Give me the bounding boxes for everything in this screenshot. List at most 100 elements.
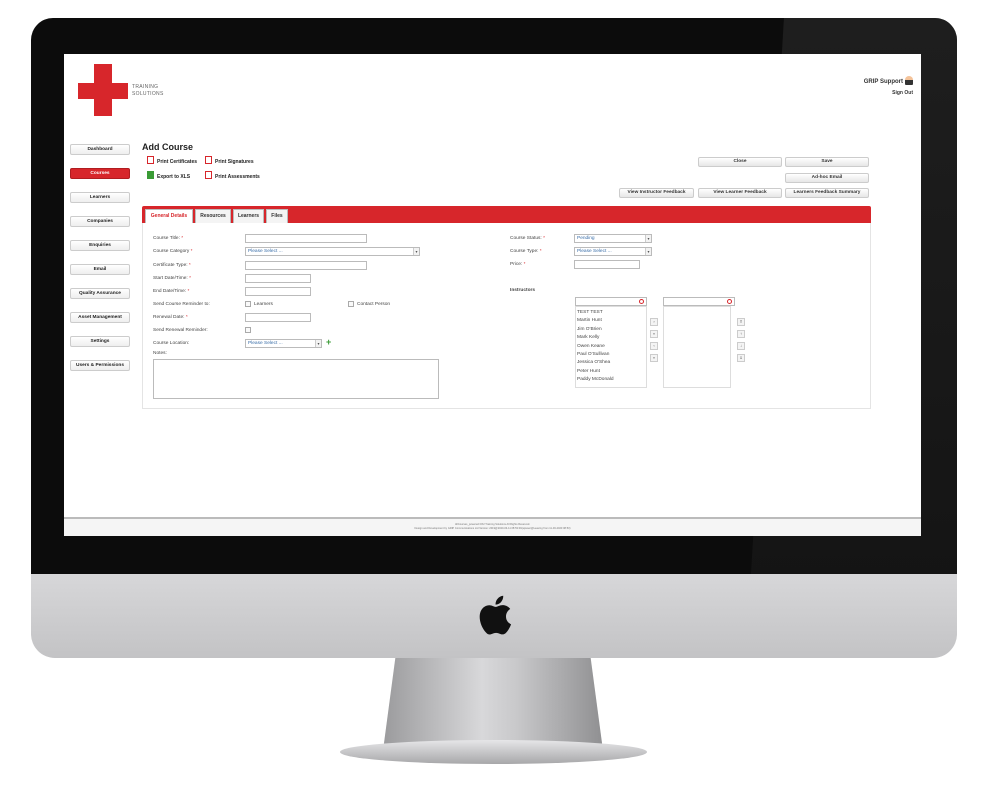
sidebar-item-dashboard[interactable]: Dashboard: [70, 144, 130, 155]
tab-files[interactable]: Files: [266, 209, 288, 223]
sidebar-nav: Dashboard Courses Learners Companies Enq…: [70, 144, 130, 384]
list-item[interactable]: Mark Kelly: [577, 334, 614, 342]
sidebar-item-settings[interactable]: Settings: [70, 336, 130, 347]
sidebar-item-enquiries[interactable]: Enquiries: [70, 240, 130, 251]
adhoc-email-button[interactable]: Ad-hoc Email: [785, 173, 869, 183]
renewal-date-input[interactable]: [245, 313, 311, 322]
tab-learners[interactable]: Learners: [233, 209, 264, 223]
chevron-down-icon: ▾: [645, 235, 651, 242]
print-signatures-link[interactable]: Print Signatures: [205, 156, 254, 165]
pdf-icon: [147, 156, 154, 164]
tab-general-details[interactable]: General Details: [145, 209, 193, 223]
sidebar-item-email[interactable]: Email: [70, 264, 130, 275]
monitor-foot: [340, 740, 647, 764]
chevron-down-icon: ▾: [315, 340, 321, 347]
sidebar-item-asset-management[interactable]: Asset Management: [70, 312, 130, 323]
instructor-search-input[interactable]: [575, 297, 647, 306]
apple-logo-icon: [479, 595, 512, 635]
send-renewal-label: Send Renewal Reminder:: [153, 328, 208, 333]
course-type-label: Course Type: *: [510, 249, 542, 254]
move-all-left-icon[interactable]: «: [650, 354, 658, 362]
footer-credits: Design and Development by GRIP Communica…: [414, 527, 571, 530]
course-title-label: Course Title: *: [153, 236, 184, 241]
user-name[interactable]: GRIP Support: [864, 79, 903, 85]
tab-bar: General Details Resources Learners Files: [142, 206, 871, 223]
pdf-icon: [205, 171, 212, 179]
move-bottom-icon[interactable]: ⇓: [737, 354, 745, 362]
app-screen: TRAINING SOLUTIONS GRIP Support Sign Out…: [64, 54, 921, 536]
selected-instructors-list[interactable]: [663, 306, 731, 388]
sign-out-link[interactable]: Sign Out: [864, 90, 913, 96]
print-assessments-link[interactable]: Print Assessments: [205, 171, 260, 180]
instructors-label: Instructors: [510, 288, 536, 293]
sidebar-item-quality-assurance[interactable]: Quality Assurance: [70, 288, 130, 299]
course-category-select[interactable]: Please Select ... ▾: [245, 247, 420, 256]
course-title-input[interactable]: [245, 234, 367, 243]
list-item[interactable]: Owen Keane: [577, 343, 614, 351]
sidebar-item-courses[interactable]: Courses: [70, 168, 130, 179]
course-type-select[interactable]: Please Select ... ▾: [574, 247, 652, 256]
move-left-icon[interactable]: ‹: [650, 342, 658, 350]
start-datetime-label: Start Date/Time: *: [153, 276, 191, 281]
course-category-label: Course Category *: [153, 249, 193, 254]
list-item[interactable]: Martin Hunt: [577, 317, 614, 325]
user-menu: GRIP Support Sign Out: [864, 76, 913, 96]
move-all-right-icon[interactable]: »: [650, 330, 658, 338]
chevron-down-icon: ▾: [413, 248, 419, 255]
monitor-stage: TRAINING SOLUTIONS GRIP Support Sign Out…: [0, 0, 987, 788]
end-datetime-input[interactable]: [245, 287, 311, 296]
list-item[interactable]: Paddy McDonald: [577, 376, 614, 384]
course-status-label: Course Status: *: [510, 236, 545, 241]
list-item[interactable]: Peter Hunt: [577, 368, 614, 376]
available-instructors-list[interactable]: TEST TEST Martin Hunt Jim O'Brien Mark K…: [575, 306, 647, 388]
export-xls-link[interactable]: Export to XLS: [147, 171, 190, 180]
notes-textarea[interactable]: [153, 359, 439, 399]
send-reminder-label: Send Course Reminder to:: [153, 302, 210, 307]
price-label: Price: *: [510, 262, 526, 267]
print-certificates-link[interactable]: Print Certificates: [147, 156, 197, 165]
close-button[interactable]: Close: [698, 157, 782, 167]
start-datetime-input[interactable]: [245, 274, 311, 283]
reminder-learners-checkbox[interactable]: [245, 301, 251, 307]
price-input[interactable]: [574, 260, 640, 269]
learners-feedback-summary-button[interactable]: Learners Feedback Summary: [785, 188, 869, 198]
notes-label: Notes:: [153, 351, 167, 356]
dx2-logo: TRAINING SOLUTIONS: [72, 64, 182, 116]
certificate-type-input[interactable]: [245, 261, 367, 270]
brand-line-2: SOLUTIONS: [132, 91, 164, 97]
course-location-label: Course Location:: [153, 341, 190, 346]
selected-instructor-search-input[interactable]: [663, 297, 735, 306]
list-item[interactable]: Paul O'Sullivan: [577, 351, 614, 359]
course-location-select[interactable]: Please Select ... ▾: [245, 339, 322, 348]
view-instructor-feedback-button[interactable]: View Instructor Feedback: [619, 188, 694, 198]
move-top-icon[interactable]: ⇑: [737, 318, 745, 326]
list-item[interactable]: Jessica O'Shea: [577, 359, 614, 367]
reminder-contact-checkbox[interactable]: [348, 301, 354, 307]
view-learner-feedback-button[interactable]: View Learner Feedback: [698, 188, 782, 198]
general-details-panel: Course Title: * Course Category * Please…: [142, 223, 871, 409]
sidebar-item-users-permissions[interactable]: Users & Permissions: [70, 360, 130, 371]
brand-line-1: TRAINING: [132, 84, 159, 90]
sidebar-item-companies[interactable]: Companies: [70, 216, 130, 227]
excel-icon: [147, 171, 154, 179]
send-renewal-checkbox[interactable]: [245, 327, 251, 333]
chevron-down-icon: ▾: [645, 248, 651, 255]
list-item[interactable]: Jim O'Brien: [577, 326, 614, 334]
tab-resources[interactable]: Resources: [195, 209, 231, 223]
course-status-select[interactable]: Pending ▾: [574, 234, 652, 243]
reminder-learners-label: Learners: [254, 302, 273, 307]
move-up-icon[interactable]: ↑: [737, 330, 745, 338]
user-avatar-icon: [905, 76, 913, 85]
list-item[interactable]: TEST TEST: [577, 309, 614, 317]
add-location-icon[interactable]: +: [326, 338, 331, 347]
certificate-type-label: Certificate Type: *: [153, 263, 191, 268]
move-right-icon[interactable]: ›: [650, 318, 658, 326]
pdf-icon: [205, 156, 212, 164]
sidebar-item-learners[interactable]: Learners: [70, 192, 130, 203]
save-button[interactable]: Save: [785, 157, 869, 167]
page-footer: AllCourses_powered DX2 Training Solution…: [64, 517, 921, 536]
move-down-icon[interactable]: ↓: [737, 342, 745, 350]
reminder-contact-label: Contact Person: [357, 302, 391, 307]
page-title: Add Course: [142, 142, 194, 152]
end-datetime-label: End Date/Time: *: [153, 289, 190, 294]
